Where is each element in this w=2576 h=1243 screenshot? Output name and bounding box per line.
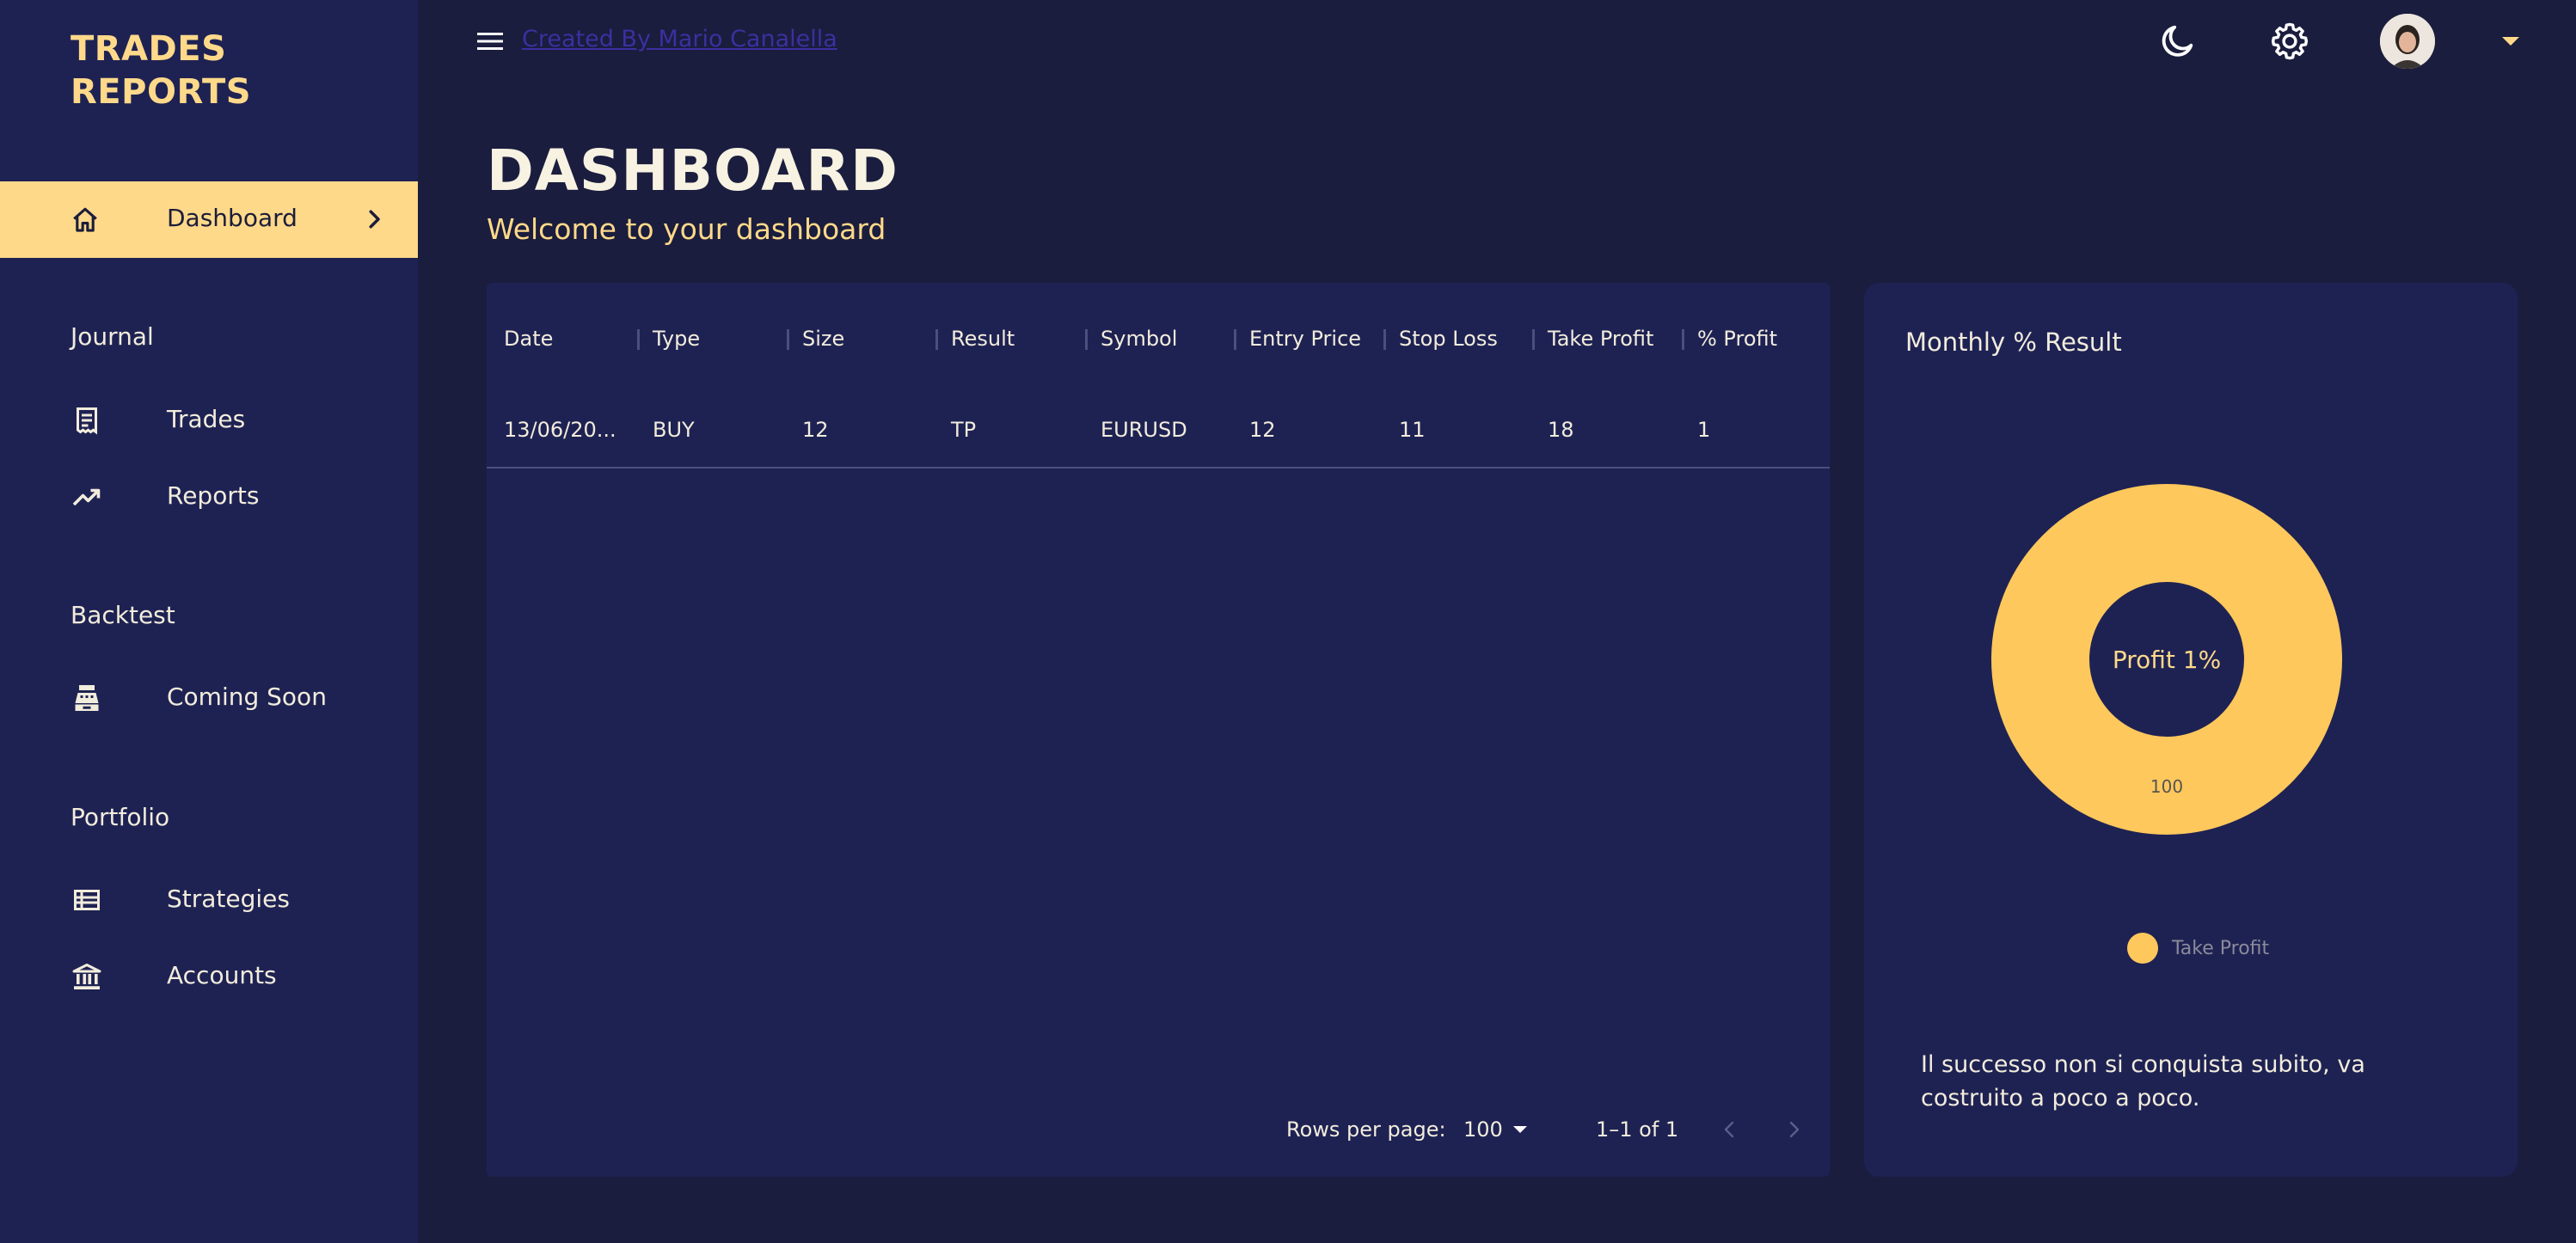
table-header-row: Date Type Size Result Symbol Entry Price… (487, 317, 1830, 360)
menu-icon[interactable] (473, 28, 507, 55)
sidebar-item-label: Accounts (167, 961, 277, 989)
column-separator[interactable] (1532, 329, 1535, 350)
monthly-result-card: Monthly % Result Profit 1% 100 Take Prof… (1864, 283, 2518, 1177)
brand-line-2: REPORTS (71, 72, 252, 112)
legend-swatch-take-profit[interactable] (2127, 933, 2158, 964)
motivational-quote: Il successo non si conquista subito, va … (1921, 1051, 2365, 1111)
sidebar-item-strategies[interactable]: Strategies (0, 874, 418, 926)
cell-symbol: EURUSD (1101, 418, 1187, 442)
column-separator[interactable] (787, 329, 789, 350)
cell-profit-percent: 1 (1697, 418, 1711, 442)
column-header-size[interactable]: Size (802, 317, 844, 360)
column-header-date[interactable]: Date (504, 317, 553, 360)
sidebar-item-label: Dashboard (167, 204, 297, 232)
sidebar-item-label: Reports (167, 481, 260, 510)
column-header-take-profit[interactable]: Take Profit (1548, 317, 1653, 360)
rows-per-page-label: Rows per page: (1286, 1117, 1446, 1142)
row-divider (487, 467, 1830, 468)
cell-entry-price: 12 (1249, 418, 1276, 442)
caret-down-icon (1513, 1126, 1527, 1133)
table-pagination: Rows per page: 100 1–1 of 1 (487, 1108, 1830, 1151)
column-header-entry-price[interactable]: Entry Price (1249, 317, 1361, 360)
column-separator[interactable] (1383, 329, 1386, 350)
chevron-right-icon[interactable] (1783, 1119, 1804, 1140)
moon-icon[interactable] (2158, 21, 2198, 61)
donut-chart: Profit 1% 100 (1991, 484, 2342, 835)
sidebar-item-dashboard[interactable]: Dashboard (0, 181, 418, 258)
trending-up-icon (72, 488, 101, 506)
column-header-result[interactable]: Result (951, 317, 1015, 360)
bank-icon (72, 964, 101, 989)
sidebar-item-accounts[interactable]: Accounts (0, 951, 418, 1002)
caret-down-icon[interactable] (2500, 34, 2521, 48)
column-separator[interactable] (1234, 329, 1236, 350)
sidebar-item-label: Trades (167, 405, 246, 433)
rows-per-page-value: 100 (1463, 1117, 1503, 1142)
chevron-left-icon[interactable] (1720, 1119, 1740, 1140)
home-icon (73, 207, 97, 232)
page-title: DASHBOARD (487, 138, 899, 204)
cell-date: 13/06/20... (504, 418, 616, 442)
column-header-stop-loss[interactable]: Stop Loss (1399, 317, 1498, 360)
cell-result: TP (951, 418, 977, 442)
gear-icon[interactable] (2270, 21, 2309, 61)
section-title-backtest: Backtest (71, 601, 175, 629)
cell-size: 12 (802, 418, 829, 442)
column-separator[interactable] (637, 329, 640, 350)
section-title-portfolio: Portfolio (71, 803, 170, 831)
sidebar-item-label: Strategies (167, 885, 290, 913)
avatar-image (2380, 14, 2435, 69)
column-header-symbol[interactable]: Symbol (1101, 317, 1177, 360)
creator-link[interactable]: Created By Mario Canalella (522, 26, 837, 52)
receipt-icon (77, 407, 97, 435)
brand-line-1: TRADES (71, 29, 227, 69)
cell-stop-loss: 11 (1399, 418, 1426, 442)
sidebar-item-trades[interactable]: Trades (0, 395, 418, 446)
list-icon (74, 890, 100, 910)
avatar[interactable] (2380, 14, 2435, 69)
donut-data-label: 100 (2150, 776, 2183, 797)
table-row[interactable]: 13/06/20... BUY 12 TP EURUSD 12 11 18 1 (487, 408, 1830, 451)
sidebar-item-reports[interactable]: Reports (0, 471, 418, 523)
chevron-right-icon (369, 210, 380, 229)
sidebar-item-label: Coming Soon (167, 683, 327, 711)
column-header-profit-percent[interactable]: % Profit (1697, 317, 1777, 360)
sidebar: TRADES REPORTS Dashboard Journal Trades … (0, 0, 418, 1243)
page-subtitle: Welcome to your dashboard (487, 212, 886, 246)
cash-register-icon (75, 685, 99, 711)
column-separator[interactable] (1085, 329, 1088, 350)
section-title-journal: Journal (71, 322, 154, 351)
column-separator[interactable] (935, 329, 938, 350)
column-header-type[interactable]: Type (653, 317, 700, 360)
pagination-range: 1–1 of 1 (1596, 1117, 1679, 1142)
donut-center-label: Profit 1% (2113, 646, 2221, 674)
column-separator[interactable] (1682, 329, 1684, 350)
sidebar-item-coming-soon[interactable]: Coming Soon (0, 672, 418, 724)
trades-table: Date Type Size Result Symbol Entry Price… (487, 283, 1830, 1177)
cell-take-profit: 18 (1548, 418, 1574, 442)
brand-logo[interactable]: TRADES REPORTS (71, 28, 328, 113)
cell-type: BUY (653, 418, 695, 442)
rows-per-page-select[interactable]: 100 (1463, 1108, 1549, 1151)
legend-label-take-profit[interactable]: Take Profit (2172, 938, 2269, 959)
